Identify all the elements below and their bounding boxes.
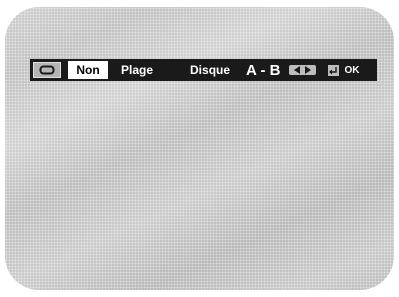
left-right-arrows-icon [289,65,317,75]
enter-arrow-icon [329,66,338,74]
arrow-left-icon [294,66,301,74]
tv-screen: Non Plage Disque A - B OK [5,7,394,290]
repeat-option-disque[interactable]: Disque [190,59,230,81]
repeat-option-ab[interactable]: A - B [246,59,280,81]
repeat-icon [39,65,55,75]
ok-label: OK [344,64,360,76]
arrow-right-icon [305,66,312,74]
repeat-mode-button[interactable] [33,62,61,78]
enter-icon [328,64,340,76]
repeat-option-plage[interactable]: Plage [121,59,153,81]
repeat-option-non[interactable]: Non [68,61,108,79]
repeat-osd-bar: Non Plage Disque A - B OK [30,59,377,81]
